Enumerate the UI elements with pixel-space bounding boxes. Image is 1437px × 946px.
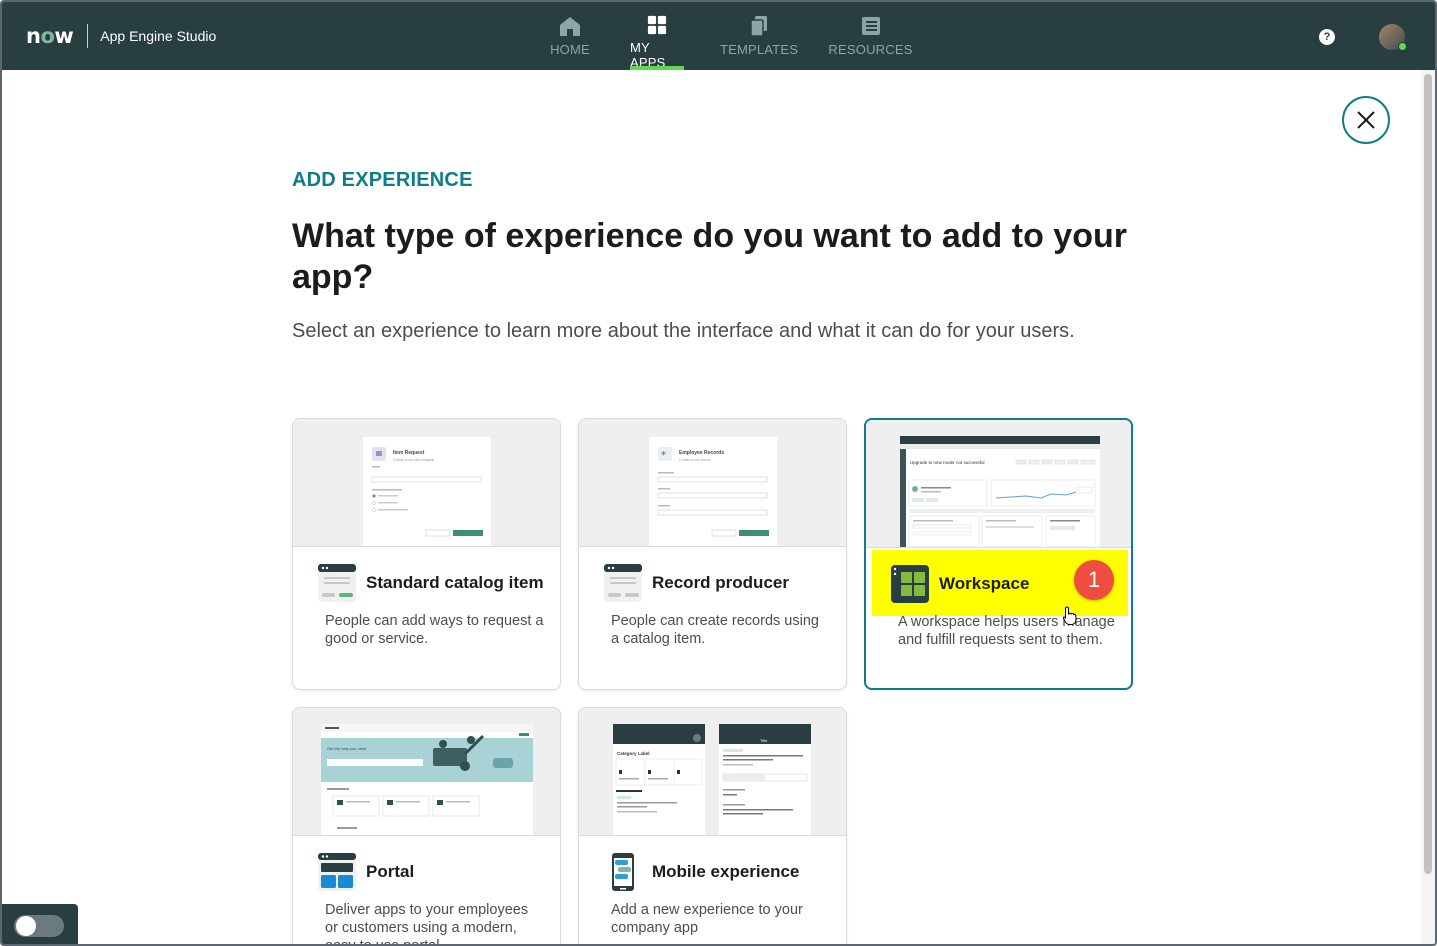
card-preview-image: Upgrade to new router not successful [866,420,1131,548]
preview-subtitle: Create a new item request [393,458,434,462]
card-description: Add a new experience to your company app [611,902,803,936]
now-logo: now [26,24,74,48]
app-title: App Engine Studio [100,28,217,44]
vertical-scrollbar[interactable] [1421,70,1435,944]
workspace-icon [891,565,929,603]
help-icon[interactable]: ? [1319,29,1335,45]
card-header: Mobile experience [603,852,799,892]
templates-icon [750,16,767,37]
preview-title: Employee Records [679,450,724,456]
nav-templates[interactable]: TEMPLATES [720,2,798,70]
nav-resources-label: RESOURCES [828,42,913,57]
card-preview-image: * Employee Records Create a new record [579,419,846,547]
preview-title: Item Request [393,450,425,456]
card-preview-image: Category Label Title [579,708,846,836]
page-subtitle: Select an experience to learn more about… [292,320,1075,342]
top-navigation-bar: now App Engine Studio HOME MY APPS TEMPL… [2,2,1435,70]
card-title: Mobile experience [652,862,800,881]
preview-right-title: Title [760,738,768,743]
card-portal[interactable]: Get the help you need Portal Deliver app… [292,707,561,946]
card-preview-image: Get the help you need [293,708,560,836]
brand-divider [87,24,89,48]
card-description: Deliver apps to your employees or custom… [325,902,529,946]
card-standard-catalog-item[interactable]: Item Request Create a new item request S… [292,418,561,690]
resources-icon [861,17,880,35]
card-mobile-experience[interactable]: Category Label Title Mobile experience A… [578,707,847,944]
card-header: Portal [317,852,414,892]
svg-text:*: * [661,450,666,461]
record-producer-icon [604,564,642,602]
step-badge: 1 [1074,560,1114,600]
online-status-icon [1398,42,1407,51]
card-description: People can create records using a catalo… [611,613,819,647]
card-workspace[interactable]: Upgrade to new router not successful Wor… [864,418,1133,690]
nav-resources[interactable]: RESOURCES [828,2,912,70]
main-nav: HOME MY APPS TEMPLATES RESOURCES [530,2,912,70]
page-title: What type of experience do you want to a… [292,217,1127,296]
hand-cursor-icon [1062,606,1077,625]
home-icon [560,17,580,36]
scrollbar-thumb[interactable] [1424,74,1432,874]
card-header: Standard catalog item [317,563,544,603]
close-button[interactable] [1342,96,1390,144]
nav-home-label: HOME [550,42,590,57]
preview-title: Upgrade to new router not successful [910,460,985,465]
card-title: Workspace [939,574,1030,593]
mobile-icon [612,853,634,891]
card-record-producer[interactable]: * Employee Records Create a new record R… [578,418,847,690]
preview-subtitle: Create a new record [679,458,711,462]
catalog-item-icon [318,564,356,602]
preview-left-title: Category Label [617,751,650,756]
card-header: Record producer [603,563,789,603]
card-title: Standard catalog item [366,573,544,592]
close-icon [1357,111,1375,129]
portal-icon [318,853,356,891]
toggle-container [2,904,78,944]
section-eyebrow: ADD EXPERIENCE [292,169,473,191]
preview-title: Get the help you need [327,746,366,751]
nav-home[interactable]: HOME [530,2,610,70]
nav-templates-label: TEMPLATES [719,42,799,57]
nav-my-apps[interactable]: MY APPS [630,2,684,70]
app-window: now App Engine Studio HOME MY APPS TEMPL… [0,0,1437,946]
card-title: Record producer [652,573,789,592]
toggle-switch[interactable] [14,915,64,937]
nav-my-apps-label: MY APPS [630,40,666,70]
card-description: A workspace helps users manage and fulfi… [898,614,1115,648]
card-preview-image: Item Request Create a new item request [293,419,560,547]
card-header: Workspace [890,564,1029,604]
brand[interactable]: now App Engine Studio [26,24,216,48]
toggle-knob [16,916,36,936]
card-title: Portal [366,862,415,881]
card-description: People can add ways to request a good or… [325,613,544,647]
apps-grid-icon [647,15,667,35]
